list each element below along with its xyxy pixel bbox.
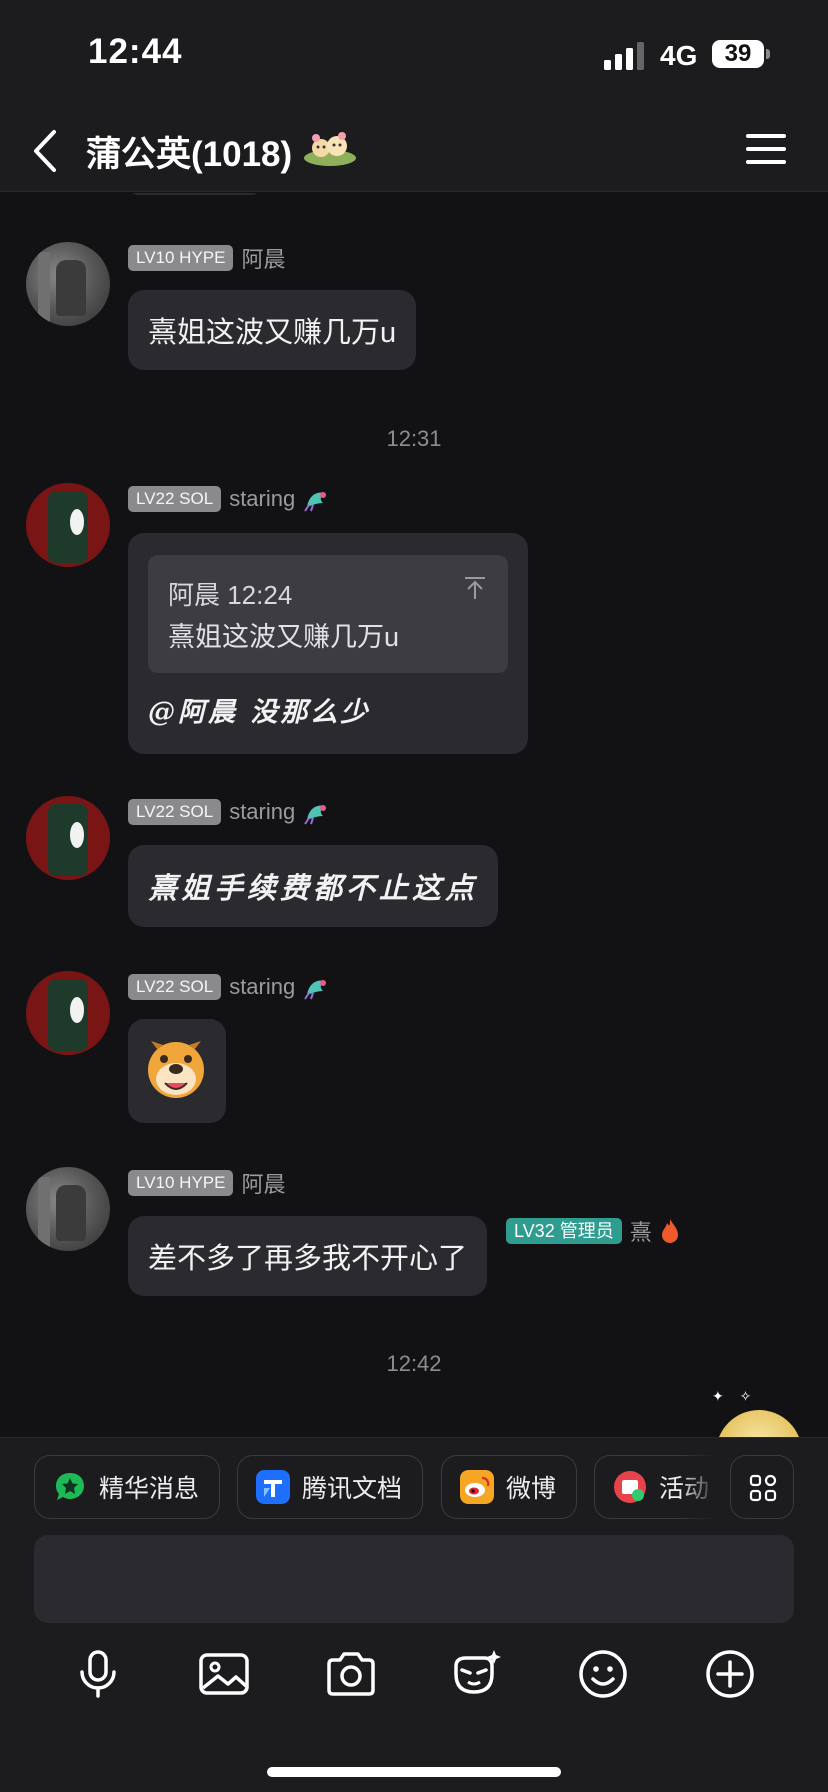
scroll-fade	[680, 1455, 726, 1519]
message-meta: LV32 管理员 熹	[506, 1215, 680, 1247]
menu-icon[interactable]	[746, 132, 786, 166]
face-effect-icon[interactable]	[448, 1646, 504, 1702]
tencent-docs-icon	[256, 1470, 290, 1504]
message-list[interactable]: LV10 HYPE 阿晨 熹姐这波又赚几万u 12:31 LV22 SOL st…	[0, 193, 828, 1438]
status-bar: 12:44 4G 39	[0, 0, 828, 110]
status-time: 12:44	[88, 32, 183, 71]
image-icon[interactable]	[196, 1646, 252, 1702]
message-input[interactable]	[34, 1535, 794, 1623]
level-badge: LV22 SOL	[128, 974, 222, 1000]
dragon-emoji-icon	[304, 492, 327, 512]
quick-action-essence[interactable]: 精华消息	[34, 1455, 220, 1519]
admin-badge: LV32 管理员	[506, 1218, 622, 1244]
more-apps-button[interactable]	[730, 1455, 794, 1519]
avatar[interactable]	[26, 483, 110, 567]
sender-name[interactable]: staring	[229, 486, 295, 512]
weibo-icon	[460, 1470, 494, 1504]
home-indicator	[267, 1767, 561, 1777]
quick-action-tencent-docs[interactable]: 腾讯文档	[237, 1455, 423, 1519]
microphone-icon[interactable]	[70, 1646, 126, 1702]
quoted-message[interactable]: 阿晨 12:24 熹姐这波又赚几万u	[148, 555, 508, 673]
sender-name[interactable]: 阿晨	[241, 1167, 285, 1199]
sender-name[interactable]: 阿晨	[241, 242, 285, 274]
quick-action-label: 腾讯文档	[302, 1475, 403, 1503]
signal-icon	[604, 42, 646, 70]
quote-message-bubble[interactable]: 阿晨 12:24 熹姐这波又赚几万u @阿晨 没那么少	[128, 533, 528, 754]
avatar[interactable]	[26, 1167, 110, 1251]
message-meta: LV22 SOL staring	[128, 799, 331, 825]
message-bubble[interactable]: 熹姐这波又赚几万u	[128, 290, 417, 370]
dog-face-sticker-icon	[148, 1041, 204, 1098]
avatar[interactable]	[26, 796, 110, 880]
level-badge: LV22 SOL	[128, 799, 222, 825]
back-icon[interactable]	[28, 124, 64, 178]
level-badge: LV22 SOL	[128, 486, 222, 512]
battery-icon: 39	[712, 40, 770, 68]
quick-action-label: 精华消息	[99, 1475, 200, 1503]
timestamp: 12:42	[386, 1351, 442, 1376]
quoted-text: 熹姐这波又赚几万u	[168, 622, 400, 652]
message-bubble[interactable]: 差不多了再多我不开心了	[128, 1216, 488, 1296]
star-chat-icon	[56, 1473, 84, 1500]
dragon-emoji-icon	[304, 805, 327, 825]
timestamp: 12:31	[386, 426, 442, 451]
group-title[interactable]: 蒲公英(1018)	[86, 126, 292, 177]
sparkle-decoration: ✦ ✧	[712, 1388, 758, 1404]
emoji-icon[interactable]	[575, 1646, 631, 1702]
grid-icon	[749, 1474, 777, 1502]
fire-icon	[661, 1219, 678, 1243]
sender-name[interactable]: staring	[229, 974, 295, 1000]
level-badge: LV10 HYPE	[128, 1170, 234, 1196]
message-meta: LV10 HYPE 阿晨	[128, 1167, 285, 1199]
message-meta: LV22 SOL staring	[128, 486, 331, 512]
reply-text: @阿晨 没那么少	[148, 697, 371, 728]
quick-action-weibo[interactable]: 微博	[441, 1455, 577, 1519]
network-type: 4G	[660, 40, 698, 71]
quoted-meta: 阿晨 12:24	[168, 580, 293, 610]
message-bubble[interactable]: 熹姐手续费都不止这点	[128, 845, 499, 927]
tool-bar	[0, 1646, 828, 1706]
quick-action-label: 微博	[506, 1475, 557, 1503]
avatar[interactable]	[26, 242, 110, 326]
avatar[interactable]	[26, 971, 110, 1055]
chat-header: 蒲公英(1018)	[0, 110, 828, 192]
input-panel: 精华消息 腾讯文档 微博	[0, 1437, 828, 1792]
jump-to-top-icon[interactable]	[462, 575, 488, 601]
message-meta: LV10 HYPE 阿晨	[128, 242, 285, 274]
plus-icon[interactable]	[702, 1646, 758, 1702]
level-badge: LV10 HYPE	[128, 245, 234, 271]
previous-bubble-stub	[130, 193, 260, 195]
dragon-emoji-icon	[304, 980, 327, 1000]
sender-name[interactable]: staring	[229, 799, 295, 825]
dandelion-emoji-icon	[304, 132, 356, 166]
activity-icon	[614, 1471, 646, 1503]
quick-action-bar: 精华消息 腾讯文档 微博	[0, 1455, 828, 1519]
camera-icon[interactable]	[323, 1646, 379, 1702]
sticker-message[interactable]	[128, 1019, 226, 1123]
sender-name[interactable]: 熹	[630, 1215, 652, 1247]
message-meta: LV22 SOL staring	[128, 974, 331, 1000]
